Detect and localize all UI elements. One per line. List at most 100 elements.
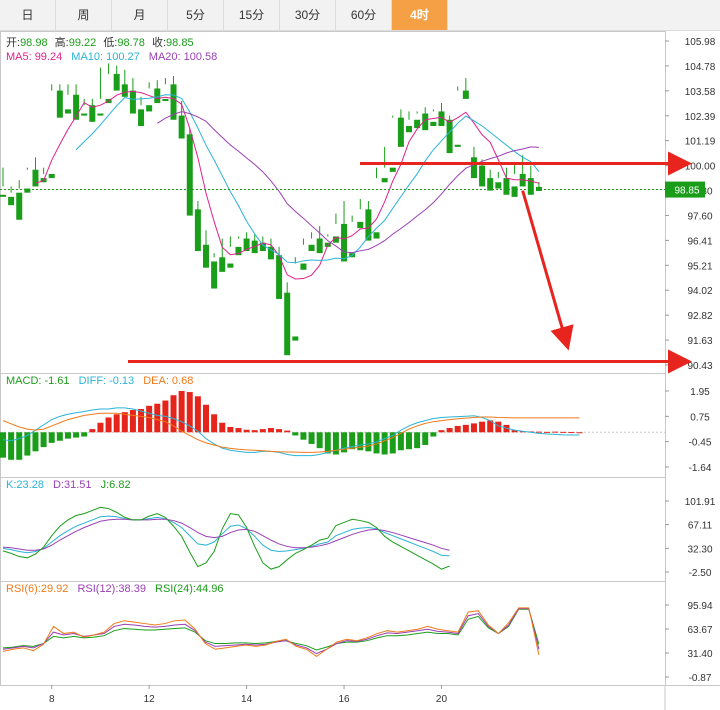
candle-body — [64, 109, 71, 114]
candle-body — [162, 98, 169, 102]
price-tick-label: 101.19 — [685, 137, 716, 148]
candle-body — [397, 117, 404, 147]
candle-body — [138, 109, 145, 127]
macd-bar — [535, 431, 542, 433]
macd-bar — [552, 431, 559, 433]
candle-body — [16, 192, 23, 220]
x-tick-label: 12 — [144, 694, 156, 705]
chart-area[interactable]: 开:98.98 高:99.22 低:98.78 收:98.85 MA5: 99.2… — [0, 31, 720, 710]
macd-bar — [146, 405, 153, 433]
candle-body — [357, 221, 364, 229]
candle-body — [308, 244, 315, 252]
candle-body — [479, 165, 486, 187]
macd-bar — [324, 432, 331, 454]
price-tick-label: 96.41 — [687, 236, 712, 247]
price-tick-label: 94.02 — [687, 286, 712, 297]
price-tick-label: 91.63 — [687, 336, 712, 347]
macd-bar — [56, 432, 63, 441]
macd-tick-label: -0.45 — [689, 438, 712, 449]
macd-bar — [292, 432, 299, 436]
kdj-tick-label: 101.91 — [685, 497, 716, 508]
macd-bar — [154, 403, 161, 433]
projection-arrow — [521, 190, 574, 351]
current-price-label: 98.85 — [674, 186, 699, 197]
macd-bar — [430, 432, 437, 437]
candle-body — [341, 223, 348, 262]
macd-bar — [381, 432, 388, 455]
x-tick-label: 20 — [436, 694, 448, 705]
tab-6[interactable]: 60分 — [336, 0, 392, 30]
macd-bar — [365, 432, 372, 452]
candle-body — [454, 144, 461, 147]
macd-bar — [284, 430, 291, 433]
ma-legend: MA5: 99.24 MA10: 100.27 MA20: 100.58 — [6, 51, 217, 63]
price-tick-label: 103.58 — [685, 87, 716, 98]
candle-body — [292, 336, 299, 341]
candle-body — [495, 182, 502, 189]
macd-bar — [576, 432, 583, 434]
candle-body — [186, 134, 193, 216]
macd-bar — [203, 404, 209, 433]
tab-1[interactable]: 周 — [56, 0, 112, 30]
macd-bar — [316, 432, 323, 449]
tab-5[interactable]: 30分 — [280, 0, 336, 30]
candle-body — [373, 232, 380, 239]
candle-body — [503, 178, 510, 195]
tab-0[interactable]: 日 — [0, 0, 56, 30]
macd-bar — [259, 429, 266, 433]
macd-bar — [64, 432, 71, 439]
kdj-j-line — [2, 506, 450, 570]
x-tick-label: 8 — [49, 694, 55, 705]
candle-body — [470, 157, 477, 179]
candle-body — [430, 121, 437, 127]
candle-body — [178, 115, 185, 139]
ma5-line — [35, 90, 540, 280]
macd-bar — [8, 432, 15, 460]
kdj-tick-label: 67.11 — [688, 521, 713, 532]
candle-body — [316, 238, 323, 254]
macd-bar — [267, 428, 274, 433]
tab-4[interactable]: 15分 — [224, 0, 280, 30]
macd-bar — [276, 429, 283, 433]
period-tabs: 日周月 5分 15分 30分 60分 4时 — [0, 0, 720, 31]
macd-bar — [446, 428, 453, 433]
candle-body — [8, 196, 15, 206]
macd-bar — [479, 421, 486, 433]
macd-bar — [406, 432, 412, 450]
tab-2[interactable]: 月 — [112, 0, 168, 30]
candle-body — [227, 263, 234, 268]
candle-body — [462, 90, 469, 99]
x-tick-label: 14 — [241, 694, 253, 705]
macd-bar — [227, 426, 234, 433]
candle-body — [97, 113, 104, 116]
macd-bar — [178, 391, 185, 433]
candle-body — [406, 126, 412, 133]
candle-body — [32, 169, 39, 187]
candle-body — [56, 90, 63, 118]
price-tick-label: 100.00 — [685, 162, 716, 173]
macd-bar — [89, 429, 96, 433]
kdj-legend: K:23.28 D:31.51 J:6.82 — [6, 479, 131, 491]
macd-bar — [40, 432, 47, 448]
macd-bar — [243, 429, 250, 433]
candle-body — [121, 84, 128, 97]
macd-bar — [129, 410, 136, 433]
rsi-tick-label: 63.67 — [687, 625, 712, 636]
macd-tick-label: -1.64 — [689, 463, 712, 474]
candle-body — [194, 209, 201, 252]
tab-3[interactable]: 5分 — [168, 0, 224, 30]
macd-bar — [105, 417, 112, 433]
macd-bar — [121, 412, 128, 433]
price-tick-label: 95.21 — [687, 261, 712, 272]
rsi-tick-label: 31.40 — [687, 649, 712, 660]
candle-body — [446, 119, 453, 154]
rsi6-line — [2, 607, 540, 658]
candle-body — [211, 261, 218, 289]
tab-7[interactable]: 4时 — [392, 0, 448, 30]
rsi-legend: RSI(6):29.92 RSI(12):38.39 RSI(24):44.96 — [6, 583, 224, 595]
macd-bar — [235, 428, 242, 433]
price-tick-label: 92.82 — [687, 311, 712, 322]
rsi24-line — [2, 608, 540, 651]
macd-bar — [113, 414, 120, 433]
macd-bar — [300, 432, 307, 440]
